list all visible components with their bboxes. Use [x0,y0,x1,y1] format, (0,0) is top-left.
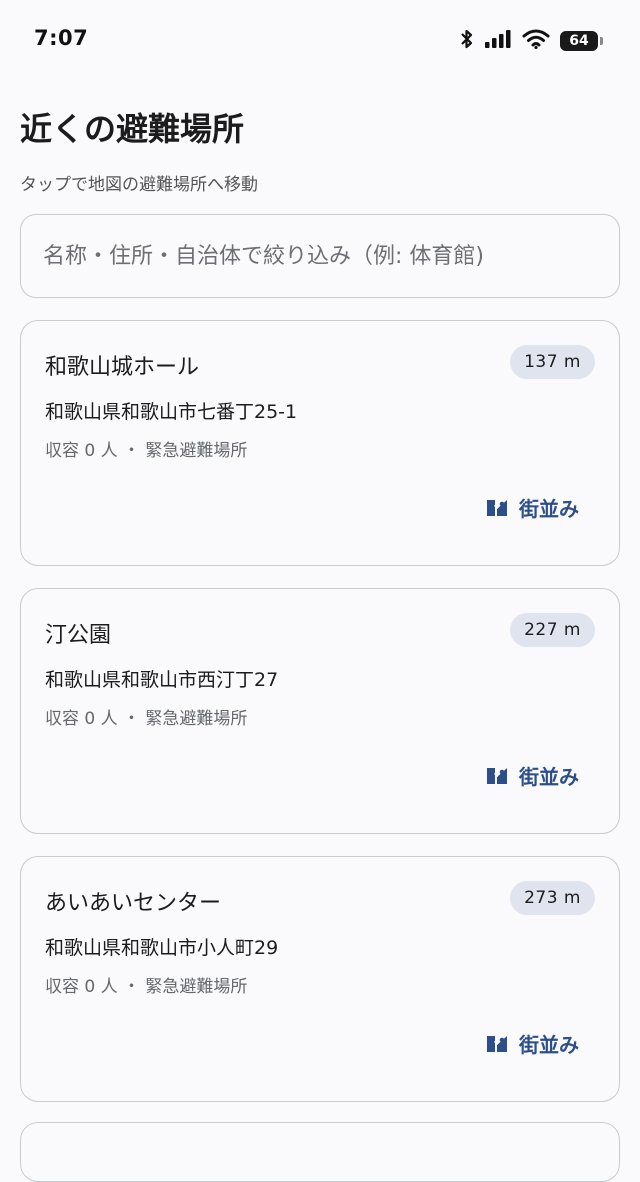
street-view-label: 街並み [519,1033,579,1057]
street-view-icon [487,499,507,516]
battery-icon: 64 [560,31,603,51]
page-subtitle: タップで地図の避難場所へ移動 [20,175,258,195]
street-view-button[interactable]: 街並み [485,761,579,790]
wifi-icon [522,29,550,53]
street-view-button[interactable]: 街並み [485,1029,579,1058]
page-title: 近くの避難場所 [20,110,245,148]
distance-badge: 227 m [510,613,595,647]
status-icons: 64 [460,28,603,54]
shelter-meta: 収容 0 人 ・ 緊急避難場所 [45,441,248,461]
status-bar: 7:07 64 [0,0,640,78]
search-field[interactable] [20,214,620,298]
street-view-label: 街並み [519,497,579,521]
shelter-name: 汀公園 [45,623,112,648]
street-view-button[interactable]: 街並み [485,493,579,522]
status-time: 7:07 [34,26,89,50]
street-view-label: 街並み [519,765,579,789]
distance-badge: 273 m [510,881,595,915]
shelter-address: 和歌山県和歌山市七番丁25-1 [45,401,298,423]
shelter-card[interactable]: あいあいセンター 273 m 和歌山県和歌山市小人町29 収容 0 人 ・ 緊急… [20,856,620,1102]
distance-badge: 137 m [510,345,595,379]
shelter-meta: 収容 0 人 ・ 緊急避難場所 [45,709,248,729]
search-input[interactable] [21,243,619,269]
street-view-icon [487,1035,507,1052]
cellular-signal-icon [484,29,512,53]
shelter-address: 和歌山県和歌山市小人町29 [45,937,279,959]
street-view-icon [487,767,507,784]
shelter-card[interactable]: 汀公園 227 m 和歌山県和歌山市西汀丁27 収容 0 人 ・ 緊急避難場所 … [20,588,620,834]
shelter-meta: 収容 0 人 ・ 緊急避難場所 [45,977,248,997]
bluetooth-icon [460,28,474,54]
shelter-name: あいあいセンター [45,891,222,916]
shelter-address: 和歌山県和歌山市西汀丁27 [45,669,279,691]
shelter-name: 和歌山城ホール [45,355,200,380]
shelter-card-partial[interactable] [20,1122,620,1182]
shelter-card[interactable]: 和歌山城ホール 137 m 和歌山県和歌山市七番丁25-1 収容 0 人 ・ 緊… [20,320,620,566]
